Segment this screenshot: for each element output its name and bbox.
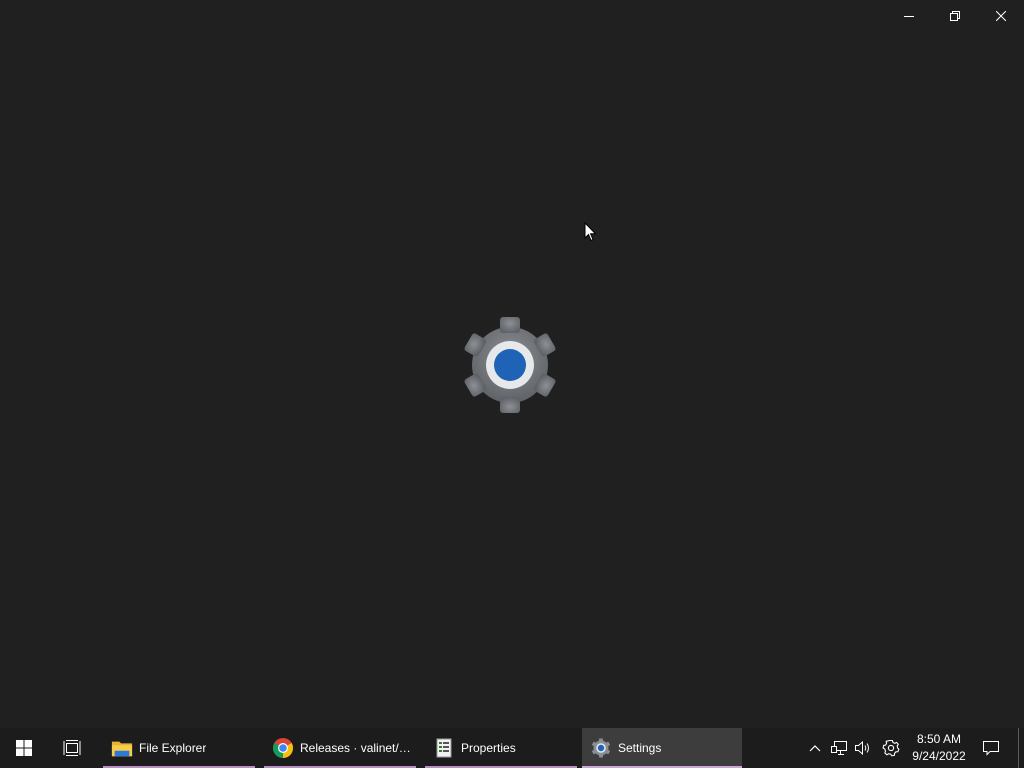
settings-tray-button[interactable] [879, 728, 903, 768]
properties-icon [433, 737, 455, 759]
action-center-icon [983, 741, 999, 756]
taskbar: File Explorer Releases · valinet/E... Pr… [0, 728, 1024, 768]
show-hidden-icons-button[interactable] [804, 728, 826, 768]
clock-time: 8:50 AM [916, 732, 962, 746]
settings-window [0, 0, 1024, 728]
start-button[interactable] [0, 728, 48, 768]
close-button[interactable] [978, 0, 1024, 32]
taskbar-app-label: File Explorer [139, 741, 207, 755]
close-icon [996, 11, 1006, 21]
clock-date: 9/24/2022 [912, 749, 966, 763]
volume-icon [855, 740, 869, 756]
taskbar-app-label: Settings [618, 741, 662, 755]
task-view-icon [63, 740, 81, 756]
gear-icon [882, 739, 900, 757]
show-desktop-button[interactable] [1018, 728, 1024, 768]
settings-gear-icon [590, 737, 612, 759]
minimize-icon [904, 16, 914, 17]
taskbar-app-chrome[interactable]: Releases · valinet/E... [264, 728, 416, 768]
clock[interactable]: 8:50 AM 9/24/2022 [906, 728, 972, 768]
windows-logo-icon [16, 740, 32, 756]
taskbar-app-settings[interactable]: Settings [582, 728, 742, 768]
network-icon [831, 741, 847, 755]
folder-icon [111, 737, 133, 759]
restore-button[interactable] [932, 0, 978, 32]
restore-icon [950, 11, 960, 21]
action-center-button[interactable] [978, 728, 1004, 768]
settings-gear-icon [464, 317, 556, 413]
mouse-cursor-icon [584, 222, 597, 242]
caption-buttons [886, 0, 1024, 32]
taskbar-app-label: Releases · valinet/E... [300, 741, 412, 755]
volume-tray-button[interactable] [851, 728, 875, 768]
chrome-icon [272, 737, 294, 759]
network-tray-button[interactable] [827, 728, 851, 768]
taskbar-app-file-explorer[interactable]: File Explorer [103, 728, 255, 768]
minimize-button[interactable] [886, 0, 932, 32]
chevron-up-icon [809, 745, 821, 752]
task-view-button[interactable] [48, 728, 96, 768]
taskbar-app-properties[interactable]: Properties [425, 728, 577, 768]
taskbar-app-label: Properties [461, 741, 516, 755]
